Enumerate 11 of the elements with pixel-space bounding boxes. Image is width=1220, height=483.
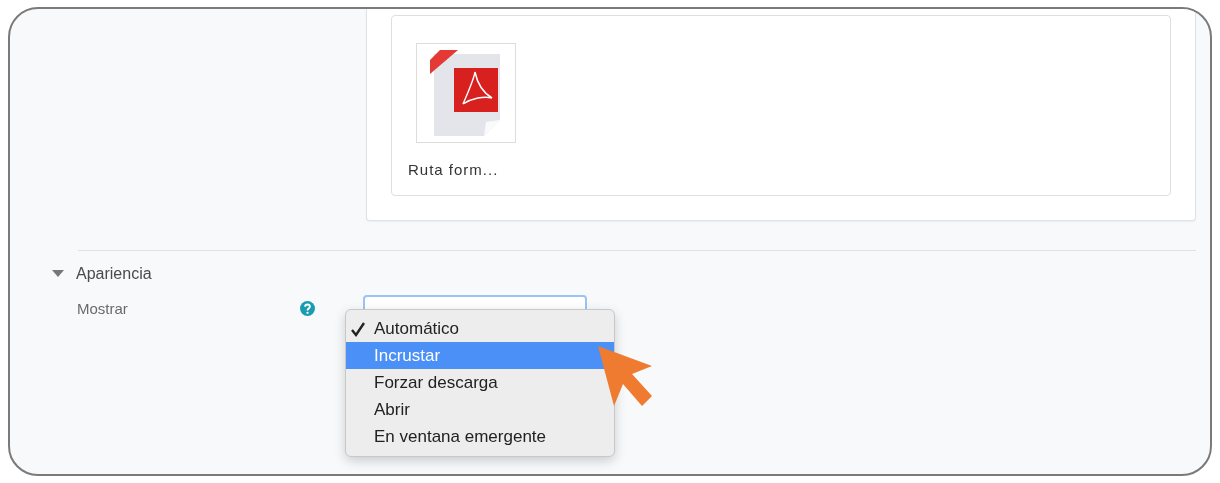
section-title: Apariencia — [76, 265, 152, 283]
collapse-caret-icon[interactable] — [52, 270, 64, 278]
menu-option[interactable]: Automático — [346, 315, 466, 342]
pdf-file-icon — [416, 43, 516, 143]
menu-option[interactable]: Forzar descarga — [346, 369, 504, 396]
file-name: Ruta form... — [408, 161, 499, 178]
field-label: Mostrar — [77, 299, 129, 317]
menu-option[interactable]: En ventana emergente — [346, 423, 552, 450]
help-icon[interactable] — [300, 301, 315, 316]
file-tile[interactable]: Ruta form... — [391, 15, 1171, 196]
menu-option[interactable]: Abrir — [346, 396, 416, 423]
